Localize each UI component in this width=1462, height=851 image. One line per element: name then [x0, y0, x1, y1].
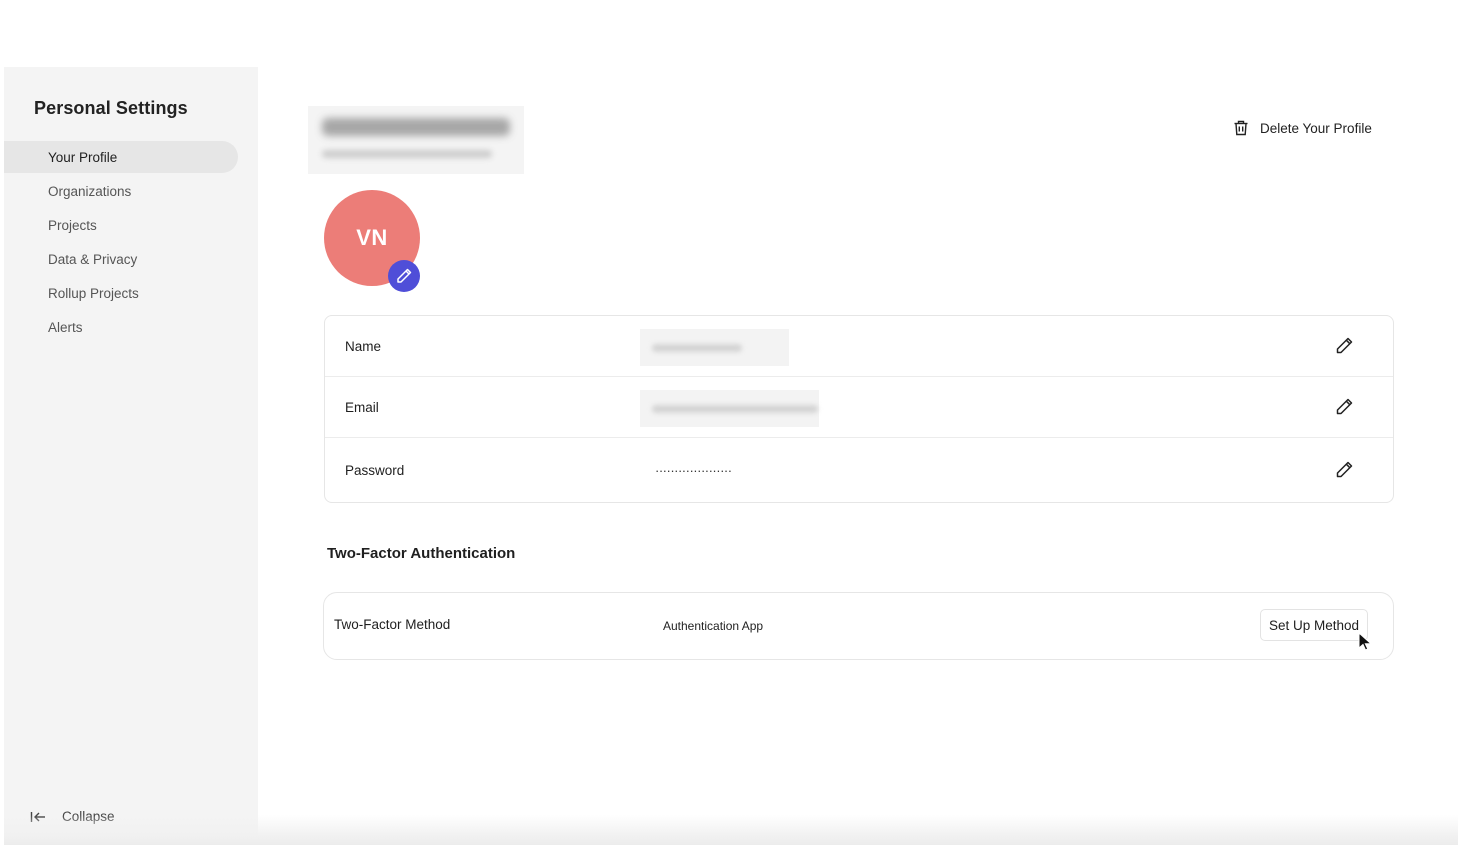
- sidebar-nav: Your Profile Organizations Projects Data…: [4, 141, 238, 345]
- redacted-text: [652, 343, 742, 352]
- edit-name-button[interactable]: [1333, 335, 1355, 357]
- trash-icon: [1234, 120, 1248, 136]
- redacted-user-name: [322, 118, 510, 136]
- password-label: Password: [345, 462, 405, 478]
- pencil-icon: [1336, 337, 1353, 354]
- edit-email-button[interactable]: [1333, 396, 1355, 418]
- pencil-icon: [1336, 398, 1353, 415]
- collapse-button[interactable]: Collapse: [30, 809, 115, 824]
- two-factor-card: Two-Factor Method Authentication App Set…: [323, 592, 1394, 660]
- sidebar-title: Personal Settings: [34, 98, 188, 118]
- set-up-method-button[interactable]: Set Up Method: [1260, 609, 1369, 641]
- sidebar-item-your-profile[interactable]: Your Profile: [4, 141, 238, 173]
- pencil-icon: [1336, 461, 1353, 478]
- sidebar-item-projects[interactable]: Projects: [4, 209, 238, 241]
- password-value: ····················: [655, 462, 732, 478]
- two-factor-method-value: Authentication App: [663, 619, 764, 633]
- profile-row-email: Email: [325, 377, 1393, 438]
- delete-profile-button[interactable]: Delete Your Profile: [1232, 119, 1372, 137]
- delete-profile-label: Delete Your Profile: [1260, 120, 1372, 136]
- sidebar-item-data-privacy[interactable]: Data & Privacy: [4, 243, 238, 275]
- collapse-left-icon: [30, 810, 48, 824]
- two-factor-section-title: Two-Factor Authentication: [327, 545, 516, 562]
- profile-row-name: Name: [325, 316, 1393, 377]
- name-value-redacted: [640, 329, 789, 366]
- redacted-text: [652, 404, 818, 413]
- two-factor-method-label: Two-Factor Method: [334, 617, 451, 632]
- email-label: Email: [345, 399, 379, 415]
- mouse-cursor-icon: [1358, 632, 1372, 651]
- collapse-label: Collapse: [62, 809, 115, 824]
- profile-fields-card: Name Email Password ····················: [324, 315, 1394, 503]
- redacted-user-email: [322, 150, 492, 158]
- name-label: Name: [345, 338, 382, 354]
- email-value-redacted: [640, 390, 819, 427]
- sidebar-item-organizations[interactable]: Organizations: [4, 175, 238, 207]
- profile-row-password: Password ····················: [325, 438, 1393, 502]
- profile-header-redacted: [308, 106, 524, 174]
- sidebar: Personal Settings Your Profile Organizat…: [4, 67, 258, 845]
- avatar-edit-button[interactable]: [388, 260, 420, 292]
- sidebar-item-alerts[interactable]: Alerts: [4, 311, 238, 343]
- edit-password-button[interactable]: [1333, 459, 1355, 481]
- sidebar-item-rollup-projects[interactable]: Rollup Projects: [4, 277, 238, 309]
- pencil-icon: [397, 268, 412, 283]
